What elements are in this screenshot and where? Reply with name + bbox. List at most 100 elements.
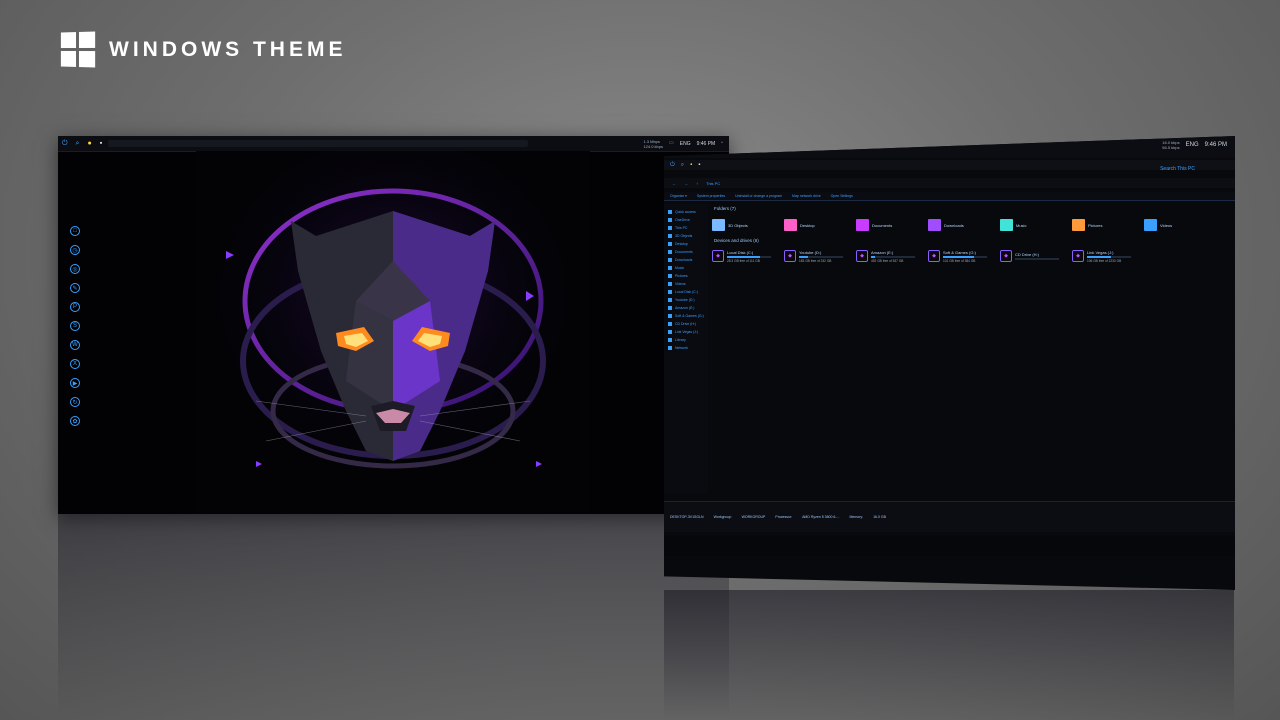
sidebar-item[interactable]: Pictures [668,272,704,280]
drive-item[interactable]: ◆ Soft & Games (G:) 101 GB free of 384 GB [928,246,1000,266]
power-icon[interactable]: ⏻ [62,140,68,147]
drive-info: CD Drive (H:) [1015,252,1059,261]
ex-power-icon[interactable]: ⏻ [670,162,675,169]
folders-header[interactable]: Folders (7) [714,206,1235,211]
folder-label: Music [1016,222,1027,228]
sidebar-item-label: Documents [675,250,693,254]
sidebar-item[interactable]: Library [668,336,704,344]
drive-usage-bar [799,255,843,258]
taskbar-search-bar[interactable] [108,140,529,147]
folder-item[interactable]: Downloads [928,214,1000,236]
sidebar-item[interactable]: Network [668,344,704,352]
sidebar-item-icon [668,306,672,310]
lang-indicator[interactable]: ENG [680,141,691,147]
folder-item[interactable]: Videos [1144,214,1216,236]
folder-icon [928,219,941,231]
sidebar-item[interactable]: Youtube (D:) [668,296,704,304]
sidebar-item[interactable]: Link Vegas (J:) [668,328,704,336]
sidebar-item[interactable]: Amazon (E:) [668,304,704,312]
net-speed: 1.3 Mbps 124.0 kbps [643,139,663,149]
windows-logo-icon [60,31,96,68]
explorer-search[interactable]: Search This PC [1160,166,1195,172]
drive-label: CD Drive (H:) [1015,251,1039,257]
drives-header[interactable]: Devices and drives (6) [714,238,1235,243]
address-bar[interactable]: ← → ↑ This PC [664,178,1235,188]
drive-icon: ◆ [784,250,796,262]
sidebar-item-label: Music [675,266,685,270]
sidebar-item[interactable]: Desktop [668,240,704,248]
ex-lang[interactable]: ENG [1186,142,1199,148]
folder-label: Documents [872,222,893,228]
drive-item[interactable]: ◆ CD Drive (H:) [1000,246,1072,266]
settings-icon[interactable]: ✿ [70,416,80,426]
drive-item[interactable]: ◆ Amazon (E:) 492 GB free of 537 GB [856,246,928,266]
drive-icon: ◆ [928,250,940,262]
drive-usage-bar [943,255,987,258]
sidebar-item[interactable]: Music [668,264,704,272]
chat-icon[interactable]: □ [70,226,80,236]
pen-icon[interactable]: ✎ [70,283,80,293]
sidebar-item[interactable]: 3D Objects [668,232,704,240]
sidebar-item[interactable]: CD Drive (H:) [668,320,704,328]
ribbon-item[interactable]: Organize ▾ [670,194,687,198]
brand-header: WINDOWS THEME [60,31,346,68]
folder-item[interactable]: 3D Objects [712,214,784,236]
drive-item[interactable]: ◆ Youtube (D:) 183 GB free of 232 GB [784,246,856,266]
back-icon[interactable]: ← [672,181,676,186]
folder-label: 3D Objects [728,222,748,228]
w-app-icon[interactable]: W [70,340,80,350]
notification-icon[interactable]: ▫ [721,141,723,146]
ribbon-item[interactable]: Uninstall or change a program [735,194,782,198]
sidebar-item-icon [668,330,672,334]
x-app-icon[interactable]: X [70,359,80,369]
file-taskbar-icon[interactable]: ▪ [100,140,102,147]
ribbon-item[interactable]: Map network drive [792,194,821,198]
sidebar-item-icon [668,234,672,238]
ex-save-icon[interactable]: ▪ [698,162,700,168]
search-icon[interactable]: ⌕ [76,140,80,147]
sync-icon[interactable]: ↻ [70,397,80,407]
sidebar-item[interactable]: Downloads [668,256,704,264]
sidebar-item[interactable]: OneDrive [668,216,704,224]
ribbon-item[interactable]: System properties [697,194,725,198]
forward-icon[interactable]: → [684,181,688,186]
processor-value: AMD Ryzen 5 3600 6-... [802,515,840,519]
desktop-reflection [58,514,729,720]
folder-item[interactable]: Desktop [784,214,856,236]
folder-label: Downloads [944,222,964,228]
folder-item[interactable]: Music [1000,214,1072,236]
sidebar-item-icon [668,346,672,350]
sidebar-item[interactable]: Soft & Games (G:) [668,312,704,320]
ex-clock[interactable]: 9:46 PM [1205,142,1227,148]
ex-folder-icon[interactable]: ▪ [690,162,692,168]
folder-item[interactable]: Documents [856,214,928,236]
sidebar-item[interactable]: Documents [668,248,704,256]
sidebar-item-label: Youtube (D:) [675,298,695,302]
sidebar-item[interactable]: Quick access [668,208,704,216]
drive-label: Amazon (E:) [871,249,894,255]
chrome-taskbar-icon[interactable]: ● [87,140,91,147]
sidebar-item-icon [668,266,672,270]
chrome-icon[interactable]: ◎ [70,264,80,274]
sidebar-item-label: Soft & Games (G:) [675,314,704,318]
drive-item[interactable]: ◆ Local Disk (C:) 28.3 GB free of 111 GB [712,246,784,266]
s-app-icon[interactable]: S [70,321,80,331]
sidebar-item[interactable]: Local Disk (C:) [668,288,704,296]
folders-grid: 3D Objects Desktop Documents Downloads Music… [712,214,1235,236]
sidebar-item-label: Library [675,338,686,342]
sidebar-item[interactable]: This PC [668,224,704,232]
sidebar-item-label: Pictures [675,274,688,278]
sidebar-item[interactable]: Videos [668,280,704,288]
up-icon[interactable]: ↑ [696,181,698,186]
address-path[interactable]: This PC [706,181,720,186]
drive-item[interactable]: ◆ Link Vegas (J:) 106 GB free of 2233 GB [1072,246,1144,266]
play-icon[interactable]: ▶ [70,378,80,388]
tray-icon[interactable]: ▭ [669,141,674,146]
sidebar-item-label: OneDrive [675,218,690,222]
folder-item[interactable]: Pictures [1072,214,1144,236]
clock[interactable]: 9:46 PM [697,141,716,147]
ex-search-icon[interactable]: ⌕ [681,162,684,169]
ribbon-item[interactable]: Open Settings [831,194,853,198]
p-app-icon[interactable]: P [70,302,80,312]
history-icon[interactable]: ◷ [70,245,80,255]
